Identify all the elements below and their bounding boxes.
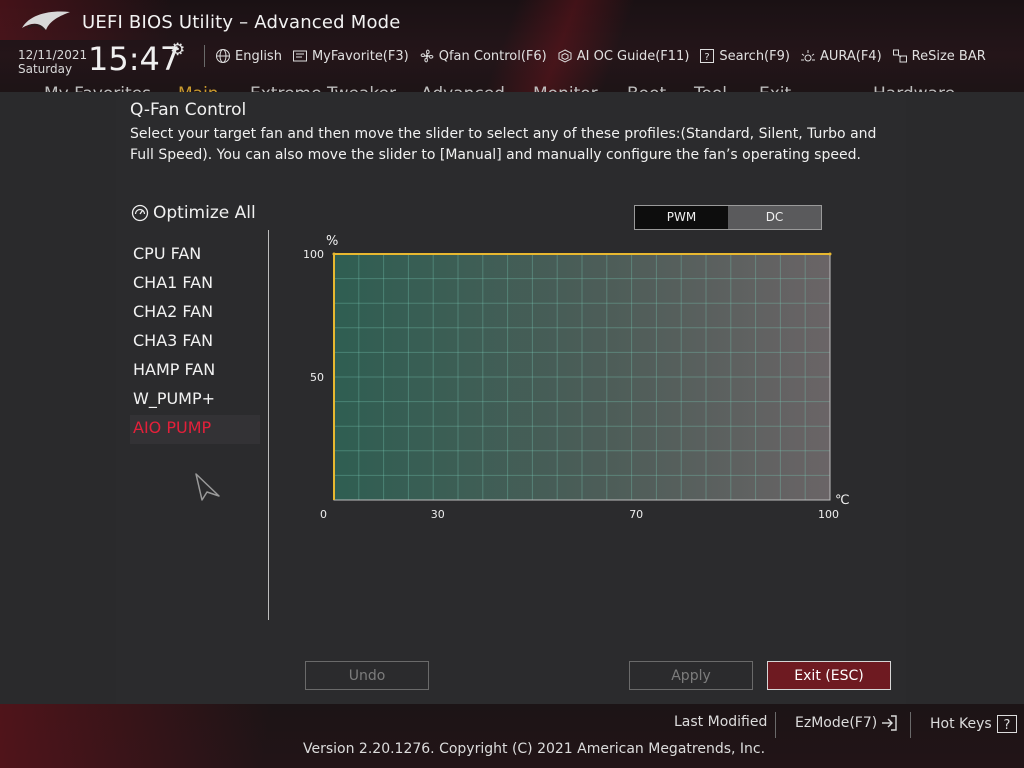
ezmode-button[interactable]: EzMode(F7)	[795, 714, 899, 732]
fan-item-cha3-fan[interactable]: CHA3 FAN	[130, 328, 260, 357]
menu-my-favorites[interactable]: My Favorites	[44, 84, 151, 92]
footer-separator	[775, 712, 776, 738]
fan-item-aio-pump[interactable]: AIO PUMP	[130, 415, 260, 444]
pwm-dc-toggle[interactable]: PWM DC	[634, 205, 822, 230]
header-bar: UEFI BIOS Utility – Advanced Mode 12/11/…	[0, 0, 1024, 92]
question-box-icon: ?	[996, 715, 1017, 733]
version-text: Version 2.20.1276. Copyright (C) 2021 Am…	[303, 741, 766, 757]
aura-button[interactable]: AURA(F4)	[800, 48, 882, 64]
aura-label: AURA(F4)	[819, 48, 882, 64]
chart-grid	[334, 254, 830, 500]
date-label: 12/11/2021	[18, 48, 88, 62]
search-label: Search(F9)	[719, 48, 790, 64]
fan-item-cpu-fan[interactable]: CPU FAN	[130, 241, 260, 270]
fan-curve-chart[interactable]: 0 30 70 100 50 100 % ℃	[296, 232, 856, 522]
app-title: UEFI BIOS Utility – Advanced Mode	[82, 12, 401, 33]
menu-boot[interactable]: Boot	[627, 84, 666, 92]
ai-oc-guide-label: AI OC Guide(F11)	[576, 48, 690, 64]
globe-icon	[216, 49, 230, 63]
search-button[interactable]: ? Search(F9)	[699, 48, 790, 64]
chip-icon	[558, 49, 572, 63]
fan-icon	[420, 49, 434, 63]
menu-main[interactable]: Main	[178, 84, 219, 92]
ezmode-label: EzMode(F7)	[795, 715, 878, 731]
gauge-icon	[131, 204, 149, 222]
resize-bar-label: ReSize BAR	[911, 48, 986, 64]
svg-text:?: ?	[1003, 718, 1010, 733]
y-tick-label: 50	[310, 371, 324, 384]
mouse-cursor-icon	[195, 473, 220, 501]
chart-x-ticks: 0 30 70 100	[320, 508, 839, 521]
question-icon: ?	[700, 49, 715, 63]
exit-button[interactable]: Exit (ESC)	[767, 661, 891, 690]
myfavorite-label: MyFavorite(F3)	[311, 48, 409, 64]
qfan-control-label: Qfan Control(F6)	[438, 48, 547, 64]
chart-y-ticks: 50 100	[303, 248, 324, 384]
mode-pwm-option[interactable]: PWM	[635, 206, 728, 229]
menu-tool[interactable]: Tool	[694, 84, 727, 92]
chart-y-axis-label: %	[326, 234, 338, 249]
chart-x-axis-label: ℃	[835, 493, 850, 508]
optimize-all-button[interactable]: Optimize All	[131, 203, 256, 223]
main-menu: My Favorites Main Extreme Tweaker Advanc…	[0, 84, 1024, 92]
rog-logo-icon	[22, 11, 70, 31]
fan-list-divider	[268, 230, 269, 620]
exit-arrow-icon	[882, 715, 897, 731]
favorite-icon	[292, 50, 307, 62]
y-tick-label: 100	[303, 248, 324, 261]
qfan-control-button[interactable]: Qfan Control(F6)	[419, 48, 547, 64]
fan-item-cha1-fan[interactable]: CHA1 FAN	[130, 270, 260, 299]
footer-decoration	[0, 704, 330, 768]
fan-list: CPU FAN CHA1 FAN CHA2 FAN CHA3 FAN HAMP …	[130, 241, 260, 444]
fan-curve-point	[332, 252, 336, 256]
myfavorite-button[interactable]: MyFavorite(F3)	[292, 48, 409, 64]
last-modified-button[interactable]: Last Modified	[674, 714, 767, 730]
menu-extreme-tweaker[interactable]: Extreme Tweaker	[250, 84, 396, 92]
apply-button[interactable]: Apply	[629, 661, 753, 690]
resize-bar-icon	[892, 49, 907, 63]
x-tick-label: 30	[431, 508, 445, 521]
day-label: Saturday	[18, 62, 73, 76]
toolbar: English MyFavorite(F3) Qfan Control(F6) …	[198, 45, 996, 67]
mode-dc-option[interactable]: DC	[728, 206, 821, 229]
gear-icon[interactable]: ⚙	[170, 40, 185, 60]
x-tick-label: 100	[818, 508, 839, 521]
svg-text:?: ?	[705, 52, 710, 63]
dialog-description: Select your target fan and then move the…	[130, 126, 877, 163]
ai-oc-guide-button[interactable]: AI OC Guide(F11)	[557, 48, 690, 64]
dialog-title: Q-Fan Control	[130, 100, 247, 120]
language-button[interactable]: English	[215, 48, 282, 64]
hot-keys-button[interactable]: Hot Keys ?	[930, 714, 1018, 734]
footer-bar: Last Modified EzMode(F7) Hot Keys ? Vers…	[0, 704, 1024, 768]
fan-curve-point	[828, 252, 832, 256]
menu-advanced[interactable]: Advanced	[421, 84, 505, 92]
x-tick-label: 70	[629, 508, 643, 521]
toolbar-separator	[204, 45, 205, 67]
clock-time: 15:47	[88, 40, 181, 78]
menu-monitor[interactable]: Monitor	[533, 84, 598, 92]
resize-bar-button[interactable]: ReSize BAR	[892, 48, 986, 64]
optimize-all-label: Optimize All	[153, 203, 256, 223]
menu-exit[interactable]: Exit	[759, 84, 791, 92]
aura-icon	[800, 50, 815, 62]
hot-keys-label: Hot Keys	[930, 716, 992, 732]
x-tick-label: 0	[320, 508, 327, 521]
fan-item-cha2-fan[interactable]: CHA2 FAN	[130, 299, 260, 328]
language-label: English	[235, 48, 282, 64]
fan-item-w-pump[interactable]: W_PUMP+	[130, 386, 260, 415]
fan-item-hamp-fan[interactable]: HAMP FAN	[130, 357, 260, 386]
menu-hardware-monitor[interactable]: Hardware Monitor	[873, 84, 1024, 92]
footer-separator	[910, 712, 911, 738]
undo-button[interactable]: Undo	[305, 661, 429, 690]
